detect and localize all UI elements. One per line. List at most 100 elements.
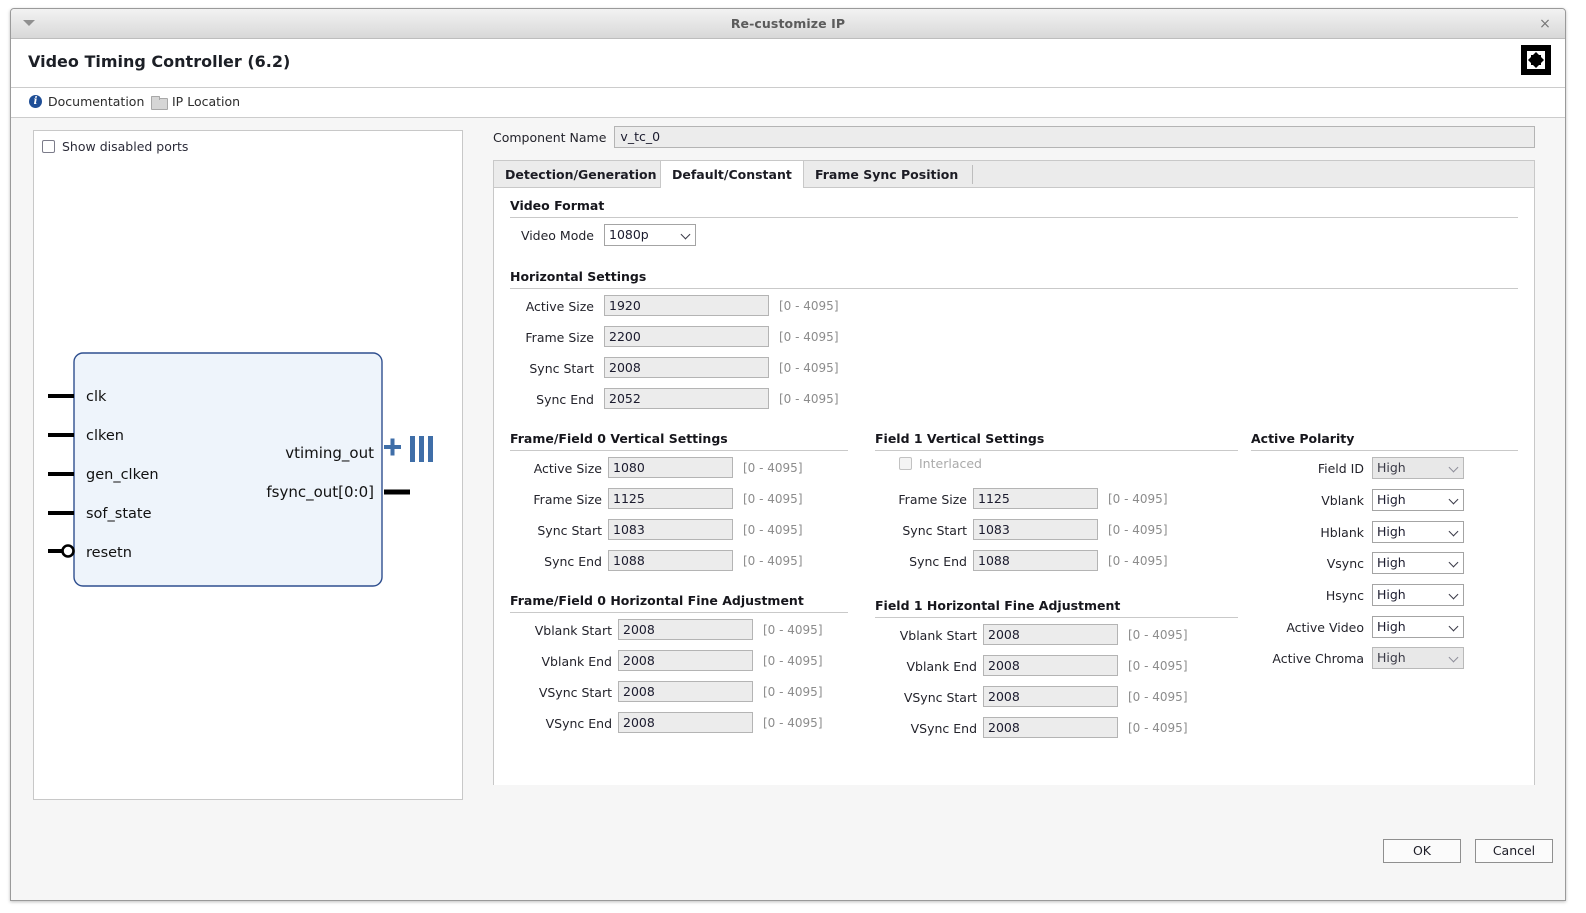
f0h-range-3: [0 - 4095] xyxy=(763,716,823,730)
tab-detection-generation[interactable]: Detection/Generation xyxy=(494,161,668,188)
ap-vsync-select[interactable]: High xyxy=(1372,552,1464,574)
tab-panel-default-constant: Video Format Video Mode 1080p Horizontal… xyxy=(494,188,1534,785)
ap-label-6: Active Chroma xyxy=(1272,651,1364,666)
ip-header: Video Timing Controller (6.2) xyxy=(11,39,1565,88)
svg-text:gen_clken: gen_clken xyxy=(86,467,159,483)
f1h-label-0: Vblank Start xyxy=(899,628,977,643)
ap-active-chroma-value: High xyxy=(1377,650,1406,665)
hs-field-range-3: [0 - 4095] xyxy=(779,392,839,406)
chevron-down-icon xyxy=(1448,589,1459,600)
f1h-range-3: [0 - 4095] xyxy=(1128,721,1188,735)
ap-active-video-value: High xyxy=(1377,619,1406,634)
hs-sync-end-input[interactable]: 2052 xyxy=(604,388,769,409)
svg-text:clk: clk xyxy=(86,389,107,405)
ap-vsync-value: High xyxy=(1377,555,1406,570)
f1h-vblank-start-input[interactable]: 2008 xyxy=(983,624,1118,645)
folder-icon xyxy=(151,95,168,110)
f1v-field-range-1: [0 - 4095] xyxy=(1108,523,1168,537)
f1v-field-label-1: Sync Start xyxy=(902,523,967,538)
group-rule xyxy=(875,617,1238,618)
component-name-input[interactable]: v_tc_0 xyxy=(614,126,1535,148)
cancel-button[interactable]: Cancel xyxy=(1475,839,1553,863)
ip-block-symbol: clk clken gen_clken sof_state resetn vti… xyxy=(48,352,433,587)
chevron-down-icon xyxy=(1448,462,1459,473)
tab-divider xyxy=(972,165,973,184)
page-title: Video Timing Controller (6.2) xyxy=(28,52,291,71)
f0h-vsync-end-input[interactable]: 2008 xyxy=(618,712,753,733)
info-icon: i xyxy=(29,95,42,108)
chevron-down-icon xyxy=(1448,621,1459,632)
f0v-field-label-2: Sync Start xyxy=(537,523,602,538)
ap-active-chroma-select[interactable]: High xyxy=(1372,647,1464,669)
f1h-vsync-end-input[interactable]: 2008 xyxy=(983,717,1118,738)
f0h-label-0: Vblank Start xyxy=(534,623,612,638)
component-name-label: Component Name xyxy=(493,129,607,145)
video-mode-select[interactable]: 1080p xyxy=(604,224,696,246)
svg-text:clken: clken xyxy=(86,428,124,444)
hs-field-label-2: Sync Start xyxy=(529,361,594,376)
svg-text:sof_state: sof_state xyxy=(86,506,152,522)
hs-field-range-1: [0 - 4095] xyxy=(779,330,839,344)
f0h-vblank-end-input[interactable]: 2008 xyxy=(618,650,753,671)
window-title: Re-customize IP xyxy=(730,16,846,31)
close-icon[interactable]: × xyxy=(1535,14,1555,34)
recustomize-ip-dialog: Re-customize IP × Video Timing Controlle… xyxy=(10,8,1566,901)
f0v-sync-start-input[interactable]: 1083 xyxy=(608,519,733,540)
f0v-field-range-2: [0 - 4095] xyxy=(743,523,803,537)
group-rule xyxy=(510,450,848,451)
f0h-label-2: VSync Start xyxy=(538,685,612,700)
f0h-range-0: [0 - 4095] xyxy=(763,623,823,637)
ap-hsync-select[interactable]: High xyxy=(1372,584,1464,606)
group-title-field0-vertical: Frame/Field 0 Vertical Settings xyxy=(510,431,728,446)
group-rule xyxy=(510,612,848,613)
f0h-vsync-start-input[interactable]: 2008 xyxy=(618,681,753,702)
ip-config-panel: Component Name v_tc_0 Detection/Generati… xyxy=(483,118,1543,818)
f1v-sync-end-input[interactable]: 1088 xyxy=(973,550,1098,571)
f0v-field-label-0: Active Size xyxy=(533,461,602,476)
f1v-frame-size-input[interactable]: 1125 xyxy=(973,488,1098,509)
f1v-field-range-0: [0 - 4095] xyxy=(1108,492,1168,506)
f0v-sync-end-input[interactable]: 1088 xyxy=(608,550,733,571)
chevron-down-icon xyxy=(680,229,691,240)
f0v-field-range-0: [0 - 4095] xyxy=(743,461,803,475)
f1h-vsync-start-input[interactable]: 2008 xyxy=(983,686,1118,707)
f1h-range-0: [0 - 4095] xyxy=(1128,628,1188,642)
hs-frame-size-input[interactable]: 2200 xyxy=(604,326,769,347)
tab-frame-sync-position[interactable]: Frame Sync Position xyxy=(804,161,969,188)
f1v-sync-start-input[interactable]: 1083 xyxy=(973,519,1098,540)
ap-active-video-select[interactable]: High xyxy=(1372,616,1464,638)
group-title-field1-hfine: Field 1 Horizontal Fine Adjustment xyxy=(875,598,1121,613)
group-rule xyxy=(510,288,1518,289)
f0v-active-size-input[interactable]: 1080 xyxy=(608,457,733,478)
hs-sync-start-input[interactable]: 2008 xyxy=(604,357,769,378)
interlaced-checkbox[interactable]: Interlaced xyxy=(899,456,982,471)
ip-symbol-panel: Show disabled ports clk clken gen_clken … xyxy=(33,130,463,800)
f1v-field-label-2: Sync End xyxy=(909,554,967,569)
f1h-vblank-end-input[interactable]: 2008 xyxy=(983,655,1118,676)
tab-strip: Detection/Generation Default/Constant Fr… xyxy=(494,161,1534,189)
group-rule xyxy=(1251,450,1518,451)
documentation-link[interactable]: i Documentation xyxy=(29,94,144,109)
chevron-down-icon xyxy=(1448,652,1459,663)
hs-field-label-1: Frame Size xyxy=(525,330,594,345)
chevron-down-icon xyxy=(1448,494,1459,505)
tab-default-constant[interactable]: Default/Constant xyxy=(660,161,804,189)
ap-hblank-value: High xyxy=(1377,524,1406,539)
documentation-label: Documentation xyxy=(48,94,145,109)
ap-label-5: Active Video xyxy=(1286,620,1364,635)
group-rule xyxy=(875,450,1238,451)
ap-label-1: Vblank xyxy=(1321,493,1364,508)
ap-hblank-select[interactable]: High xyxy=(1372,521,1464,543)
ap-vblank-select[interactable]: High xyxy=(1372,489,1464,511)
ok-button[interactable]: OK xyxy=(1383,839,1461,863)
group-title-active-polarity: Active Polarity xyxy=(1251,431,1355,446)
f1h-label-1: Vblank End xyxy=(906,659,977,674)
svg-text:vtiming_out: vtiming_out xyxy=(285,444,374,463)
f1h-label-3: VSync End xyxy=(910,721,977,736)
ip-location-link[interactable]: IP Location xyxy=(151,94,240,110)
ap-field-id-select[interactable]: High xyxy=(1372,457,1464,479)
f1v-field-range-2: [0 - 4095] xyxy=(1108,554,1168,568)
f0h-vblank-start-input[interactable]: 2008 xyxy=(618,619,753,640)
f0v-frame-size-input[interactable]: 1125 xyxy=(608,488,733,509)
hs-active-size-input[interactable]: 1920 xyxy=(604,295,769,316)
